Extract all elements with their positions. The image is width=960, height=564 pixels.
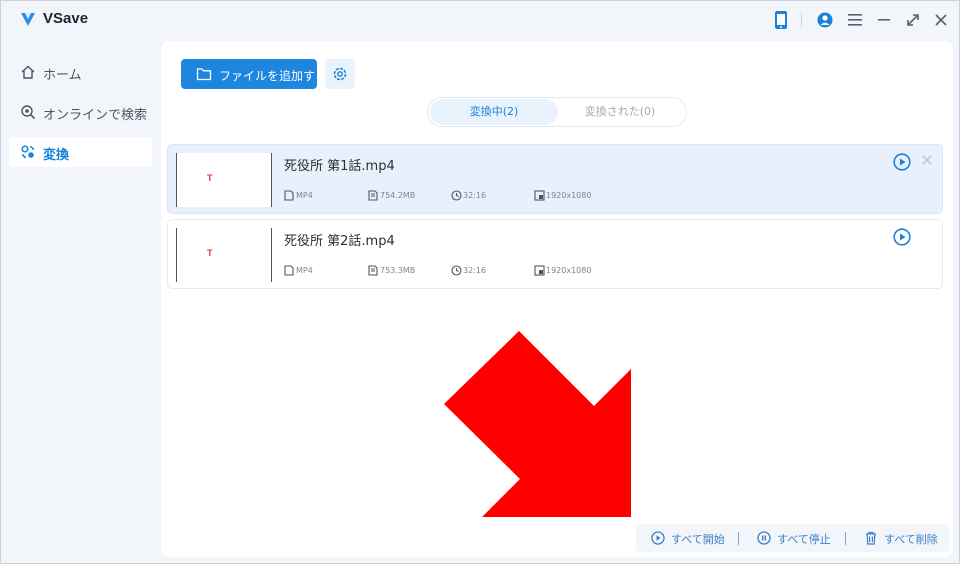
bottom-divider bbox=[845, 532, 846, 545]
sidebar-item-home[interactable]: ホーム bbox=[9, 57, 152, 87]
thumbnail-logo: T bbox=[207, 248, 213, 258]
search-icon bbox=[21, 105, 36, 120]
titlebar-divider bbox=[801, 13, 802, 27]
bottom-divider bbox=[738, 532, 739, 545]
file-row[interactable]: T 死役所 第2話.mp4 MP4 753.3MB 32:16 1920x108… bbox=[167, 219, 943, 289]
sidebar-item-label: 変換 bbox=[43, 148, 70, 163]
file-name: 死役所 第2話.mp4 bbox=[284, 234, 395, 249]
size-icon bbox=[368, 190, 378, 201]
convert-icon bbox=[21, 145, 35, 159]
stop-all-label: すべて停止 bbox=[777, 533, 831, 546]
resolution-icon bbox=[534, 265, 545, 276]
gear-icon bbox=[333, 67, 347, 81]
add-file-button[interactable]: ファイルを追加する bbox=[181, 59, 327, 89]
file-row[interactable]: T 死役所 第1話.mp4 MP4 754.2MB 32:16 1920x108… bbox=[167, 144, 943, 214]
pause-circle-icon bbox=[757, 531, 771, 545]
start-all-label: すべて開始 bbox=[671, 533, 725, 546]
sidebar-item-label: ホーム bbox=[43, 68, 82, 83]
clock-icon bbox=[451, 190, 462, 201]
vsave-logo-icon bbox=[21, 13, 35, 26]
bottom-action-bar: すべて開始 すべて停止 すべて削除 bbox=[636, 524, 949, 552]
trash-icon bbox=[866, 531, 876, 545]
resolution-icon bbox=[534, 190, 545, 201]
app-title: VSave bbox=[43, 10, 89, 27]
delete-all-label: すべて削除 bbox=[884, 533, 938, 546]
add-file-label: ファイルを追加する bbox=[219, 69, 328, 83]
clock-icon bbox=[451, 265, 462, 276]
file-icon bbox=[284, 190, 294, 201]
video-thumbnail: T bbox=[176, 153, 272, 207]
file-icon bbox=[284, 265, 294, 276]
account-icon[interactable] bbox=[816, 10, 834, 30]
sidebar-item-label: オンラインで検索 bbox=[43, 108, 148, 123]
size-icon bbox=[368, 265, 378, 276]
maximize-icon[interactable] bbox=[904, 10, 922, 30]
home-icon bbox=[21, 65, 35, 79]
red-arrow-annotation bbox=[444, 331, 631, 517]
folder-icon bbox=[196, 68, 212, 81]
menu-icon[interactable] bbox=[846, 10, 864, 30]
video-thumbnail: T bbox=[176, 228, 272, 282]
play-circle-icon bbox=[651, 531, 665, 545]
close-window-icon[interactable] bbox=[932, 10, 950, 30]
sidebar-item-convert[interactable]: 変換 bbox=[9, 137, 152, 167]
sidebar-item-online-search[interactable]: オンラインで検索 bbox=[9, 97, 152, 127]
tab-converting[interactable]: 変換中(2) bbox=[430, 99, 558, 125]
tab-converted[interactable]: 変換された(0) bbox=[556, 99, 684, 125]
file-name: 死役所 第1話.mp4 bbox=[284, 159, 395, 174]
settings-button[interactable] bbox=[325, 59, 355, 89]
app-window: VSave ホーム オンラインで検索 変換 ファイルを追加する 変換中(2) 変… bbox=[0, 0, 960, 564]
minimize-icon[interactable] bbox=[875, 10, 893, 30]
title-bar: VSave bbox=[1, 1, 959, 39]
phone-transfer-icon[interactable] bbox=[772, 10, 790, 30]
status-tabs: 変換中(2) 変換された(0) bbox=[427, 97, 687, 127]
play-icon[interactable] bbox=[893, 228, 911, 246]
remove-file-icon[interactable] bbox=[920, 153, 934, 167]
play-icon[interactable] bbox=[893, 153, 911, 171]
thumbnail-logo: T bbox=[207, 173, 213, 183]
